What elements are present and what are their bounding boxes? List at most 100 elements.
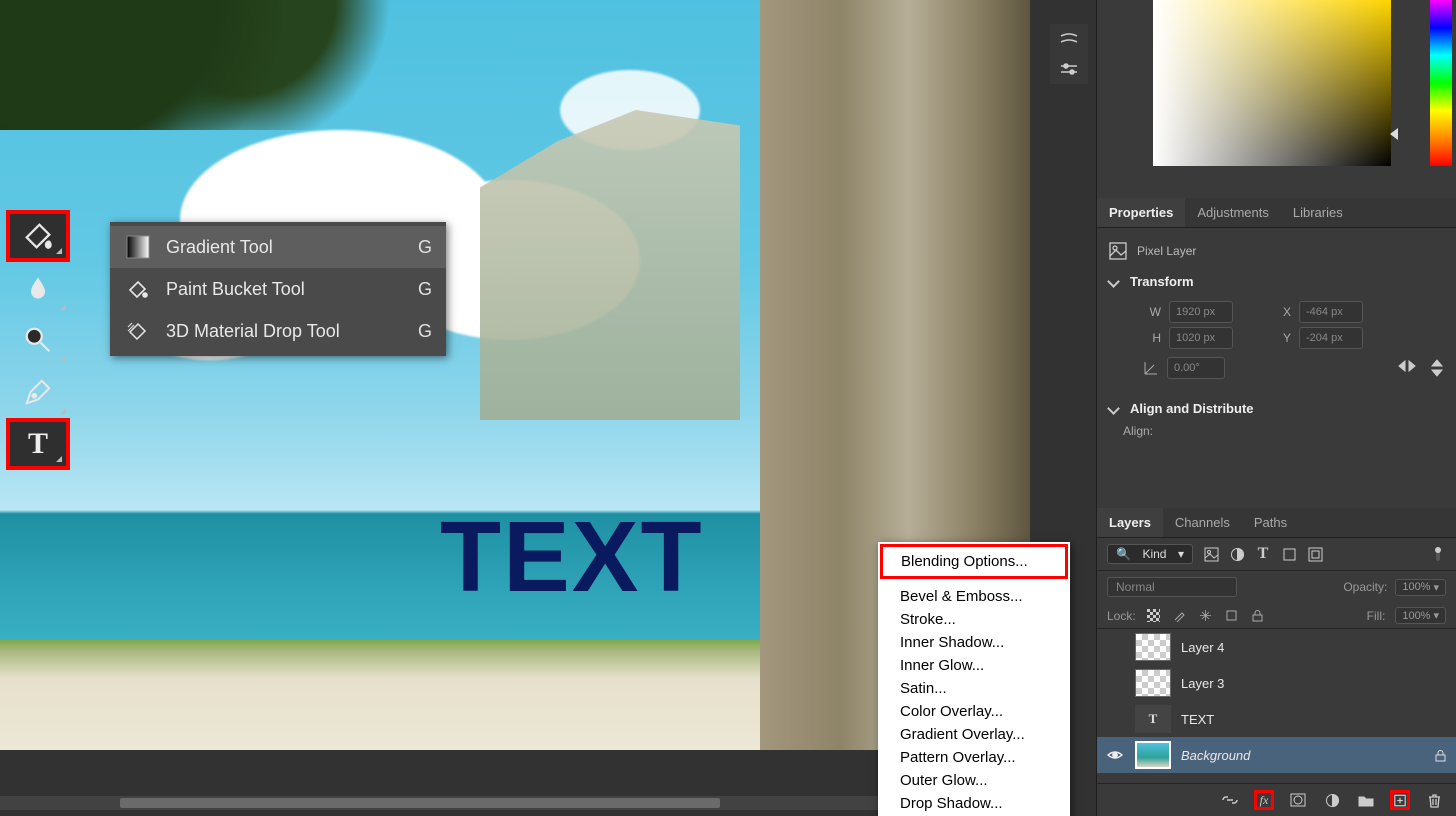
right-panel-dock: Properties Adjustments Libraries Pixel L… (1096, 0, 1456, 816)
canvas-text-layer[interactable]: TEXT (440, 500, 704, 615)
collapsed-panel-strip[interactable] (1050, 24, 1088, 84)
lock-label: Lock: (1107, 609, 1136, 623)
flyout-shortcut: G (418, 279, 432, 300)
tab-channels[interactable]: Channels (1163, 508, 1242, 537)
angle-icon (1143, 360, 1159, 376)
add-mask-button[interactable] (1288, 790, 1308, 810)
blend-mode-dropdown[interactable]: Normal (1107, 577, 1237, 597)
flyout-item-paint-bucket[interactable]: Paint Bucket Tool G (110, 268, 446, 310)
tab-adjustments[interactable]: Adjustments (1185, 198, 1281, 227)
flip-vertical-button[interactable] (1430, 359, 1444, 377)
align-row-label: Align: (1109, 424, 1444, 438)
type-tool-button[interactable]: T (6, 418, 70, 470)
flyout-indicator-icon (56, 456, 62, 462)
tab-layers[interactable]: Layers (1097, 508, 1163, 537)
flyout-indicator-icon (56, 248, 62, 254)
layer-row-background[interactable]: Background (1097, 737, 1456, 773)
add-layer-style-button[interactable]: fx (1254, 790, 1274, 810)
lock-pixels-button[interactable] (1172, 608, 1188, 624)
fx-item-outer-glow[interactable]: Outer Glow... (878, 769, 1070, 792)
layer-thumbnail[interactable]: T (1135, 705, 1171, 733)
filter-type-icon[interactable]: T (1255, 546, 1271, 562)
add-adjustment-button[interactable] (1322, 790, 1342, 810)
tab-paths[interactable]: Paths (1242, 508, 1299, 537)
tool-flyout-menu: Gradient Tool G Paint Bucket Tool G 3D M… (110, 222, 446, 356)
layer-row[interactable]: Layer 3 (1097, 665, 1456, 701)
x-input[interactable]: -464 px (1299, 301, 1363, 323)
add-group-button[interactable] (1356, 790, 1376, 810)
layer-name-label[interactable]: TEXT (1181, 712, 1214, 727)
chevron-down-icon (1109, 401, 1122, 416)
fx-item-inner-glow[interactable]: Inner Glow... (878, 654, 1070, 677)
fx-item-gradient-overlay[interactable]: Gradient Overlay... (878, 723, 1070, 746)
pen-tool-button[interactable] (6, 366, 70, 418)
lock-transparency-button[interactable] (1146, 608, 1162, 624)
paint-bucket-icon (18, 216, 58, 256)
tab-properties[interactable]: Properties (1097, 198, 1185, 227)
color-picker-field[interactable] (1153, 0, 1391, 166)
filter-adjustment-icon[interactable] (1229, 546, 1245, 562)
lock-all-button[interactable] (1250, 608, 1266, 624)
layer-filter-dropdown[interactable]: 🔍 Kind ▾ (1107, 544, 1193, 564)
horizontal-scrollbar-thumb[interactable] (120, 798, 720, 808)
fx-item-blending-options[interactable]: Blending Options... (880, 544, 1068, 579)
fx-item-pattern-overlay[interactable]: Pattern Overlay... (878, 746, 1070, 769)
layer-thumbnail[interactable] (1135, 741, 1171, 769)
width-label: W (1143, 305, 1161, 319)
lock-artboard-button[interactable] (1224, 608, 1240, 624)
angle-input[interactable]: 0.00° (1167, 357, 1225, 379)
pen-icon (18, 372, 58, 412)
fx-item-stroke[interactable]: Stroke... (878, 608, 1070, 631)
fx-item-inner-shadow[interactable]: Inner Shadow... (878, 631, 1070, 654)
layer-kind-label: Pixel Layer (1137, 244, 1196, 258)
fx-item-satin[interactable]: Satin... (878, 677, 1070, 700)
opacity-input[interactable]: 100%▾ (1395, 579, 1446, 596)
lock-position-button[interactable] (1198, 608, 1214, 624)
dodge-tool-button[interactable] (6, 314, 70, 366)
flyout-shortcut: G (418, 321, 432, 342)
layer-thumbnail[interactable] (1135, 633, 1171, 661)
fill-input[interactable]: 100%▾ (1395, 607, 1446, 624)
x-label: X (1273, 305, 1291, 319)
align-section-header[interactable]: Align and Distribute (1109, 393, 1444, 424)
fx-item-drop-shadow[interactable]: Drop Shadow... (878, 792, 1070, 815)
flyout-indicator-icon (60, 408, 66, 414)
height-input[interactable]: 1020 px (1169, 327, 1233, 349)
visibility-toggle[interactable] (1107, 749, 1125, 761)
flyout-item-3d-material[interactable]: 3D Material Drop Tool G (110, 310, 446, 352)
layer-name-label[interactable]: Background (1181, 748, 1250, 763)
canvas-artwork[interactable]: TEXT (0, 0, 1030, 750)
properties-panel: Properties Adjustments Libraries Pixel L… (1097, 198, 1456, 446)
layers-panel-footer: fx (1097, 783, 1456, 816)
fx-item-bevel[interactable]: Bevel & Emboss... (878, 585, 1070, 608)
search-icon: 🔍 (1116, 547, 1131, 561)
tab-libraries[interactable]: Libraries (1281, 198, 1355, 227)
hue-slider[interactable] (1430, 0, 1452, 166)
add-layer-button[interactable] (1390, 790, 1410, 810)
layer-row[interactable]: Layer 4 (1097, 629, 1456, 665)
filter-toggle-switch[interactable] (1430, 546, 1446, 562)
layer-name-label[interactable]: Layer 3 (1181, 676, 1224, 691)
filter-smart-icon[interactable] (1307, 546, 1323, 562)
blur-tool-button[interactable] (6, 262, 70, 314)
delete-layer-button[interactable] (1424, 790, 1444, 810)
layer-row[interactable]: T TEXT (1097, 701, 1456, 737)
link-layers-button[interactable] (1220, 790, 1240, 810)
height-label: H (1143, 331, 1161, 345)
layer-thumbnail[interactable] (1135, 669, 1171, 697)
filter-shape-icon[interactable] (1281, 546, 1297, 562)
fx-item-color-overlay[interactable]: Color Overlay... (878, 700, 1070, 723)
y-input[interactable]: -204 px (1299, 327, 1363, 349)
gradient-tool-button[interactable] (6, 210, 70, 262)
flyout-item-gradient[interactable]: Gradient Tool G (110, 226, 446, 268)
width-input[interactable]: 1920 px (1169, 301, 1233, 323)
material-drop-icon (124, 317, 152, 345)
transform-section-header[interactable]: Transform (1109, 266, 1444, 297)
properties-tabs: Properties Adjustments Libraries (1097, 198, 1456, 228)
layer-name-label[interactable]: Layer 4 (1181, 640, 1224, 655)
filter-pixel-icon[interactable] (1203, 546, 1219, 562)
adjustments-panel-icon[interactable] (1059, 62, 1079, 76)
flip-horizontal-button[interactable] (1398, 359, 1416, 377)
lock-icon (1435, 749, 1446, 762)
brushes-panel-icon[interactable] (1059, 32, 1079, 46)
